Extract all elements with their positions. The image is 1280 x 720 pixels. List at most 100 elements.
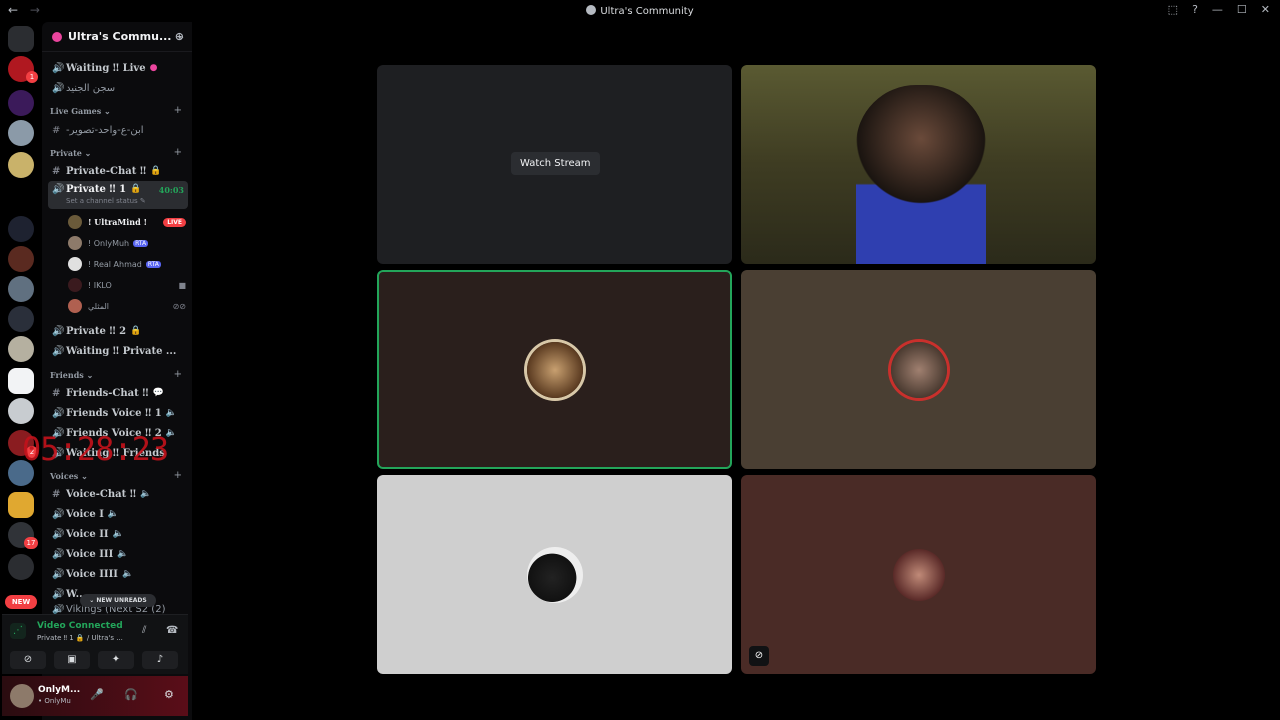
channel-voice-chat[interactable]: # Voice-Chat ‼ 🔈 xyxy=(48,485,188,503)
maximize-button[interactable]: ☐ xyxy=(1237,3,1247,16)
voice-status[interactable]: Video Connected xyxy=(37,621,123,631)
server-icon[interactable] xyxy=(8,246,34,272)
lock-icon: 🔒 xyxy=(150,166,162,176)
add-channel-icon[interactable]: + xyxy=(174,470,182,481)
server-icon[interactable] xyxy=(8,336,34,362)
channel-friends-chat[interactable]: # Friends-Chat ‼ 💬 xyxy=(48,384,188,402)
speaker-icon: 🔊 xyxy=(52,548,65,560)
channel-private-2[interactable]: 🔊 Private ‼ 2 🔒 xyxy=(48,322,188,340)
category-friends[interactable]: Friends ⌄ + xyxy=(50,369,190,384)
rta-badge: RTA xyxy=(145,260,161,268)
help-icon[interactable]: ? xyxy=(1192,3,1198,16)
category-voices[interactable]: Voices ⌄ + xyxy=(50,470,190,485)
speaker-icon: 🔊 xyxy=(52,508,65,520)
chat-icon: 💬 xyxy=(152,388,164,398)
inbox-icon[interactable]: ⬚ xyxy=(1168,3,1178,16)
channel-private-chat[interactable]: # Private-Chat ‼ 🔒 xyxy=(48,162,188,180)
minimize-button[interactable]: — xyxy=(1212,3,1223,16)
new-unreads-button[interactable]: ⌄ NEW UNREADS xyxy=(80,594,156,607)
server-icon[interactable] xyxy=(8,276,34,302)
camera-icon: ■ xyxy=(178,280,186,290)
voice-member[interactable]: ! IKLO ■ xyxy=(68,276,186,294)
add-channel-icon[interactable]: + xyxy=(174,369,182,380)
speaker-icon: 🔈 xyxy=(107,509,120,519)
speaker-icon: 🔊 xyxy=(52,82,65,94)
speaker-icon: 🔊 xyxy=(52,325,65,337)
server-icon[interactable] xyxy=(8,216,34,242)
speaker-icon: 🔊 xyxy=(52,62,65,74)
window-controls: ⬚ ? — ☐ ✕ xyxy=(1168,3,1270,16)
lock-icon: 🔒 xyxy=(130,326,142,336)
speaker-icon: 🔊 xyxy=(52,407,65,419)
voice-location[interactable]: Private ‼ 1 🔒 / Ultra's ... xyxy=(37,634,123,642)
channel-waiting-live[interactable]: 🔊 Waiting ‼ Live ● xyxy=(48,59,188,77)
server-icon[interactable] xyxy=(8,492,34,518)
voice-member[interactable]: ! Real Ahmad RTA xyxy=(68,255,186,273)
speaker-icon: 🔈 xyxy=(117,549,129,559)
unread-badge: 1 xyxy=(26,71,38,83)
avatar xyxy=(68,257,82,271)
channel-private-1[interactable]: 🔊 Private ‼ 1 🔒 40:03 Set a channel status… xyxy=(48,181,188,209)
avatar xyxy=(68,299,82,313)
stream-tile[interactable]: Watch Stream xyxy=(377,65,732,264)
participant-tile[interactable] xyxy=(377,270,732,469)
server-icon[interactable] xyxy=(8,152,34,178)
title-bar: ← → Ultra's Community ⬚ ? — ☐ ✕ xyxy=(0,0,1280,22)
participant-tile[interactable] xyxy=(377,475,732,674)
server-icon[interactable] xyxy=(8,554,34,580)
channel-waiting-private[interactable]: 🔊 Waiting ‼ Private ... xyxy=(48,342,188,360)
screen-share-button[interactable]: ▣ xyxy=(54,651,90,669)
video-tile[interactable] xyxy=(741,65,1096,264)
user-panel: OnlyM... • OnlyMu 🎤 🎧 ⚙ xyxy=(2,676,188,716)
speaker-icon: 🔈 xyxy=(112,529,124,539)
hash-icon: # xyxy=(52,165,61,177)
add-channel-icon[interactable]: + xyxy=(174,147,182,158)
invite-icon[interactable]: ⊕ xyxy=(175,30,184,43)
lock-icon: 🔒 xyxy=(130,184,142,194)
channel-friends-voice-1[interactable]: 🔊 Friends Voice ‼ 1 🔈 xyxy=(48,404,188,422)
guild-header[interactable]: Ultra's Commu... ⌄ ⊕ xyxy=(42,22,192,52)
gear-icon[interactable]: ⚙ xyxy=(164,688,174,701)
category-live-games[interactable]: Live Games ⌄ + xyxy=(50,105,190,120)
soundboard-button[interactable]: ♪ xyxy=(142,651,178,669)
speaker-icon: 🔊 xyxy=(52,568,65,580)
channel-live-games[interactable]: # -ابن-ع-واحد-تصوير xyxy=(48,121,188,139)
channel-sijn[interactable]: 🔊 سجن الجنيد xyxy=(48,79,188,97)
voice-member[interactable]: ! UltraMind ! LIVE xyxy=(68,213,186,231)
signal-icon[interactable]: ⋰ xyxy=(10,623,26,639)
activities-button[interactable]: ✦ xyxy=(98,651,134,669)
watch-stream-button[interactable]: Watch Stream xyxy=(511,152,600,175)
new-pill[interactable]: NEW xyxy=(5,595,37,609)
server-icon[interactable] xyxy=(8,90,34,116)
close-button[interactable]: ✕ xyxy=(1261,3,1270,16)
avatar xyxy=(892,548,945,601)
microphone-icon[interactable]: 🎤 xyxy=(90,688,104,701)
speaker-icon: 🔊 xyxy=(52,528,65,540)
participant-tile[interactable]: ⊘ xyxy=(741,475,1096,674)
camera-off-button[interactable]: ⊘ xyxy=(10,651,46,669)
avatar[interactable] xyxy=(10,684,34,708)
server-icon[interactable] xyxy=(8,120,34,146)
voice-member[interactable]: ! OnlyMuh RTA xyxy=(68,234,186,252)
participant-tile[interactable] xyxy=(741,270,1096,469)
discord-home-icon[interactable] xyxy=(8,26,34,52)
username[interactable]: OnlyM... xyxy=(38,685,80,695)
category-private[interactable]: Private ⌄ + xyxy=(50,147,190,162)
guild-icon xyxy=(52,31,62,42)
voice-member[interactable]: المثلي ⊘⊘ xyxy=(68,297,186,315)
channel-voice-1[interactable]: 🔊 Voice I 🔈 xyxy=(48,505,188,523)
disconnect-icon[interactable]: ☎ xyxy=(166,625,178,636)
noise-suppression-icon[interactable]: ⫽ xyxy=(142,625,146,636)
channel-voice-4[interactable]: 🔊 Voice IIII 🔈 xyxy=(48,565,188,583)
headphones-icon[interactable]: 🎧 xyxy=(124,688,138,701)
voice-stage: Watch Stream ⊘ xyxy=(192,22,1280,720)
server-icon[interactable] xyxy=(8,398,34,424)
server-icon[interactable] xyxy=(8,368,34,394)
unread-badge: 17 xyxy=(24,537,38,549)
add-channel-icon[interactable]: + xyxy=(174,105,182,116)
server-icon[interactable] xyxy=(8,306,34,332)
channel-voice-2[interactable]: 🔊 Voice II 🔈 xyxy=(48,525,188,543)
channel-status[interactable]: Set a channel status ✎ xyxy=(66,197,146,205)
hash-icon: # xyxy=(52,387,61,399)
channel-voice-3[interactable]: 🔊 Voice III 🔈 xyxy=(48,545,188,563)
